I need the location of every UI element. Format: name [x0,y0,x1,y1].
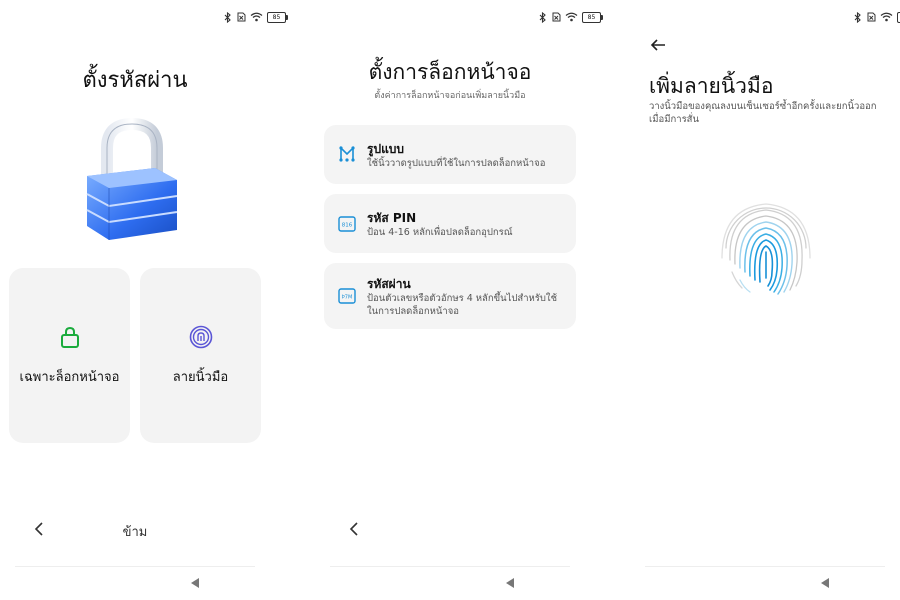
wifi-icon [880,12,893,22]
pattern-icon [339,146,355,162]
nav-back-icon[interactable] [191,578,199,588]
method-desc: ป้อน 4-16 หลักเพื่อปลดล็อกอุปกรณ์ [367,227,513,238]
status-bar: 85 [854,10,900,24]
svg-text:Þ7M: Þ7M [342,295,353,301]
no-sim-icon [551,12,561,22]
nav-back-icon[interactable] [506,578,514,588]
back-arrow-icon[interactable] [649,36,667,54]
no-sim-icon [236,12,246,22]
pin-icon: 816 [338,216,356,232]
bluetooth-icon [539,11,547,23]
wifi-icon [565,12,578,22]
method-pattern[interactable]: รูปแบบ ใช้นิ้ววาดรูปแบบที่ใช้ในการปลดล็อ… [324,125,576,184]
method-desc: ใช้นิ้ววาดรูปแบบที่ใช้ในการปลดล็อกหน้าจอ [367,158,546,169]
back-chevron-icon[interactable] [348,521,360,537]
option-label: เฉพาะล็อกหน้าจอ [19,370,120,385]
method-desc: ป้อนตัวเลขหรือตัวอักษร 4 หลักขึ้นไปสำหรั… [367,293,558,317]
nav-back-icon[interactable] [821,578,829,588]
divider [645,566,885,567]
page-title: ตั้งรหัสผ่าน [82,68,188,93]
option-label: ลายนิ้วมือ [172,370,229,385]
status-bar: 85 [539,10,603,24]
option-screen-lock-only[interactable]: เฉพาะล็อกหน้าจอ [9,268,130,443]
option-fingerprint[interactable]: ลายนิ้วมือ [140,268,261,443]
no-sim-icon [866,12,876,22]
battery-icon: 85 [582,11,603,23]
screen-set-screen-lock: 85 ตั้งการล็อกหน้าจอ ตั้งค่าการล็อกหน้าจ… [315,0,615,600]
back-chevron-icon[interactable] [33,521,45,537]
page-subtitle: ตั้งค่าการล็อกหน้าจอก่อนเพิ่มลายนิ้วมือ [374,91,526,101]
svg-text:816: 816 [342,223,353,229]
password-icon: Þ7M [338,288,356,304]
skip-button[interactable]: ข้าม [110,521,160,542]
wifi-icon [250,12,263,22]
divider [330,566,570,567]
divider [15,566,255,567]
fingerprint-sensor-icon [721,203,811,295]
fingerprint-icon [189,325,212,349]
method-pin[interactable]: 816 รหัส PIN ป้อน 4-16 หลักเพื่อปลดล็อกอ… [324,194,576,253]
bluetooth-icon [854,11,862,23]
page-title: เพิ่มลายนิ้วมือ [649,74,774,98]
page-subtitle: วางนิ้วมือของคุณลงบนเซ็นเซอร์ซ้ำอีกครั้ง… [649,101,877,125]
status-bar: 85 [224,10,288,24]
method-password[interactable]: Þ7M รหัสผ่าน ป้อนตัวเลขหรือตัวอักษร 4 หล… [324,263,576,329]
screen-add-fingerprint: 85 เพิ่มลายนิ้วมือ วางนิ้วมือของคุณลงบนเ… [630,0,900,600]
padlock-illustration [86,118,178,240]
bluetooth-icon [224,11,232,23]
battery-icon: 85 [267,11,288,23]
screen-set-password: 85 ตั้งรหัสผ่าน เฉพาะล็อกหน้าจอ ลายนิ้วม… [0,0,300,600]
page-title: ตั้งการล็อกหน้าจอ [368,60,532,84]
lock-icon [60,326,79,348]
